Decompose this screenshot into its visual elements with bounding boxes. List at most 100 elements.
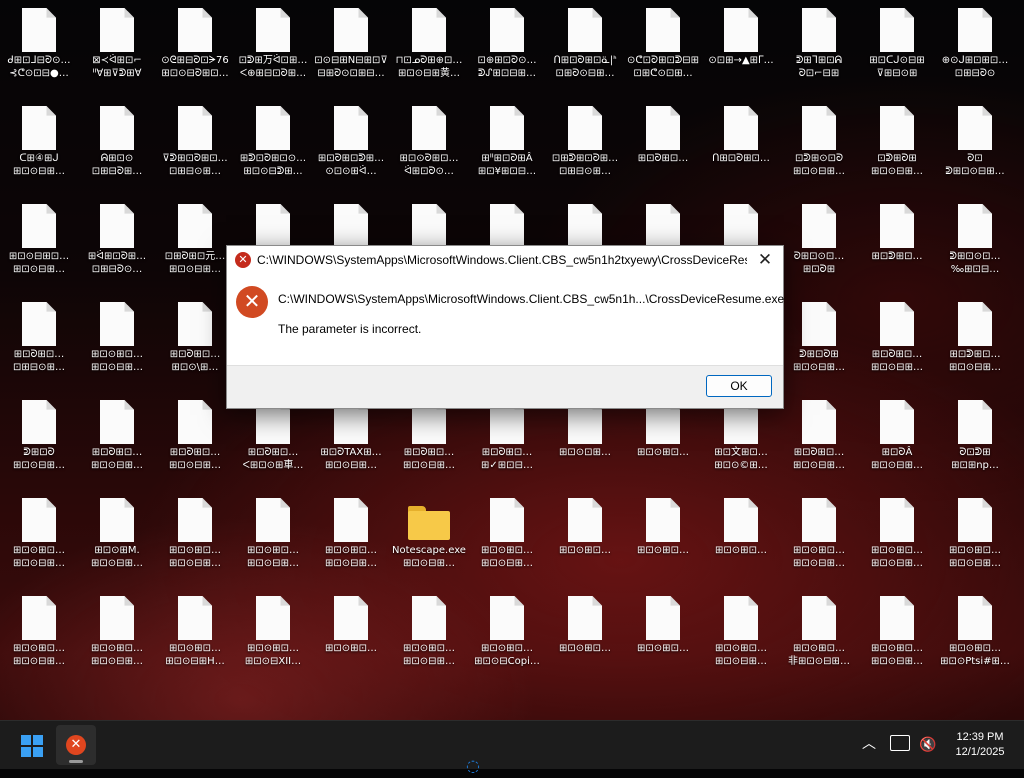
desktop-file[interactable]: ⊞⊡⊙⊞⊡… ⊞⊡⊙⊟⊞… <box>390 596 468 692</box>
desktop-file[interactable]: ⊞⊡ᘐTAX⊞… ⊞⊡⊙⊟⊞… <box>312 400 390 496</box>
desktop-file[interactable]: ⊞⊡⊙⊞⊡… ⊞⊡⊙Ptsi#⊞… <box>936 596 1014 692</box>
desktop-file[interactable]: ⊞⊡⊙⊞⊡… ⊞⊡⊙⊟⊞… <box>78 596 156 692</box>
desktop-file[interactable]: ⊞⊡文⊞⊡… ⊞⊡⊙©⊞… <box>702 400 780 496</box>
desktop-file[interactable]: ⊞⊡⊙⊞⊡… <box>624 596 702 692</box>
desktop-file[interactable]: ⊞⊡ᕲ⊞⊡… <box>858 204 936 300</box>
start-button[interactable] <box>12 725 52 765</box>
desktop-file[interactable]: ⊞⊡⊙⊞⊡… ⊞⊡⊙⊟⊞… <box>858 596 936 692</box>
desktop-file[interactable]: ⊞⊡⊙⊞M. ⊞⊡⊙⊟⊞… <box>78 498 156 594</box>
desktop-file[interactable]: ⊙ᕦ⊡ᘐ⊞⊡ᕲ⊟⊞ ⊡⊞ᕦ⊙⊡⊞… <box>624 8 702 104</box>
file-icon <box>802 204 836 248</box>
desktop-file[interactable]: ⊡ᕲ⊞万ᐛ⊡⊞… ᐸ⊕⊞⊟⊡ᘐ⊞… <box>234 8 312 104</box>
chevron-up-icon[interactable]: ︿ <box>858 721 880 769</box>
desktop-file[interactable]: ⊞ᕲ⊡ᘐ⊞⊡⊙… ⊞⊡⊙⊟ᕲ⊞… <box>234 106 312 202</box>
dialog-titlebar[interactable]: ✕ C:\WINDOWS\SystemApps\MicrosoftWindows… <box>227 246 783 274</box>
file-icon <box>178 8 212 52</box>
file-label-line2: ⊞⊡⊙⊟⊞黄… <box>398 68 460 79</box>
desktop-file[interactable]: ⊙ᘓ⊞⊟ᘐ⊡ᗒ76 ⊞⊡⊙⊟ᘐ⊞⊡… <box>156 8 234 104</box>
desktop-file[interactable]: ⊞⊡⊙⊞⊡… ⊞⊡⊙⊟⊞… <box>780 498 858 594</box>
desktop-file[interactable]: ⊞⊡⊙⊞⊡… ⊞⊡⊙⊟⊞… <box>702 596 780 692</box>
desktop-file[interactable]: ⊡⊙⊟⊞N⊟⊞⊡⊽ ⊟⊞ᘐ⊙⊡⊞⊟… <box>312 8 390 104</box>
file-icon <box>802 106 836 150</box>
desktop-file[interactable]: ⊞⊡ᘐ⊞⊡ᕲ⊞… ⊙⊡⊙⊞ᐛ… <box>312 106 390 202</box>
desktop-file[interactable]: ⊞⊡ᘐ⊞⊡… ⊞⊡⊙⊟⊞… <box>78 400 156 496</box>
desktop-file[interactable]: ᕲ⊞⊡⊙⊡… ‰⊞⊡⊟… <box>936 204 1014 300</box>
file-label: ⊞⊡ᘐ⊞⊡ᕲ⊞… <box>317 153 385 164</box>
desktop-file[interactable]: ᕲ⊞⊡ᘐ ⊞⊡⊙⊟⊞… <box>0 400 78 496</box>
desktop-file[interactable]: ⊞⊡⊙ᘐ⊞⊡… ᐛ⊞⊡ᘐ⊙… <box>390 106 468 202</box>
file-icon <box>802 8 836 52</box>
file-icon <box>178 204 212 248</box>
desktop-file[interactable]: ᘐ⊡ᕲ⊞ ⊞⊡⊞np… <box>936 400 1014 496</box>
desktop-file[interactable]: ⊞⊡ᘐ⊞⊡… ⊞⊡⊙\⊞… <box>156 302 234 398</box>
desktop-file[interactable]: ⊞⊡⊙⊞⊡… ⊞⊡⊙⊟⊞… <box>858 498 936 594</box>
desktop-file[interactable]: ᕲ⊞⊡ᘐ⊞ ⊞⊡⊙⊟⊞… <box>780 302 858 398</box>
desktop-file[interactable]: ⊞⊡ᘐ⊞⊡… ⊞⊡⊙⊟⊞… <box>156 400 234 496</box>
desktop-file[interactable]: ⊡⊕⊞⊡ᘐ⊙… ᕲᔑ⊞⊡⊟⊞… <box>468 8 546 104</box>
running-indicator <box>69 760 83 763</box>
clock[interactable]: 12:39 PM 12/1/2025 <box>944 721 1016 778</box>
desktop-file[interactable]: ᘐ⊞⊡⊙⊡… ⊞⊡ᘐ⊞ <box>780 204 858 300</box>
desktop-file[interactable]: ⊞⊡⊙⊞⊡… ⊞⊡⊙⊟⊞… <box>156 498 234 594</box>
desktop-file[interactable]: ⊡⊞ᘐ⊞⊡元… ⊞⊡⊙⊟⊞… <box>156 204 234 300</box>
desktop-file[interactable]: ⊞⊡ᘐÂ ⊞⊡⊙⊟⊞… <box>858 400 936 496</box>
desktop-file[interactable]: ⊞⊡⊙⊞⊡… ⊞⊡⊙⊟Copi… <box>468 596 546 692</box>
desktop-file[interactable]: ⊞⊡⊙⊡⊞… <box>546 400 624 496</box>
desktop-file[interactable]: ⊞⊡ᕲ⊞⊡… ⊞⊡⊙⊟⊞… <box>936 302 1014 398</box>
ok-button[interactable]: OK <box>706 375 772 397</box>
desktop-file[interactable]: ᘐ⊡ ᕲ⊞⊡⊙⊟⊞… <box>936 106 1014 202</box>
desktop-file[interactable]: ⊞⊡⊙⊞⊡… ⊞⊡⊙⊟⊞… <box>0 596 78 692</box>
desktop-file[interactable]: ⊞⊡⊙⊞⊡… ⊞⊡⊙⊟⊞… <box>0 498 78 594</box>
desktop-file[interactable]: ⊞⊡⊙⊞⊡… ⊞⊡⊙⊟XII… <box>234 596 312 692</box>
desktop-file[interactable]: ⊞⊡⊙⊞⊡… ⊞⊡⊙⊟⊞… <box>468 498 546 594</box>
file-label: ⊞⊡ᑕᒍ⊙⊟⊞ <box>869 55 925 66</box>
desktop-file[interactable]: ⊞⊡ᑕᒍ⊙⊟⊞ ⊽⊞⊟⊙⊞ <box>858 8 936 104</box>
desktop-file[interactable]: ⊞⊡ᘐ⊞⊡… ⊞⊡⊙⊟⊞… <box>780 400 858 496</box>
desktop-file[interactable]: ⊡ᕲ⊞⊙⊡ᘐ ⊞⊡⊙⊟⊞… <box>780 106 858 202</box>
desktop-file[interactable]: ⊞⊡⊙⊞⊡… 非⊞⊡⊙⊟⊞… <box>780 596 858 692</box>
desktop-file[interactable]: ⊞⊡⊙⊞⊡… ⊞⊡⊙⊟⊞H… <box>156 596 234 692</box>
file-label-line2: ᐦ∀⊞⊽ᕲ⊞∀ <box>92 68 142 79</box>
network-icon[interactable] <box>890 735 910 751</box>
desktop-file[interactable]: ⊠≺ᐛ⊞⊡⌐ ᐦ∀⊞⊽ᕲ⊞∀ <box>78 8 156 104</box>
file-label: ⊞⊡文⊞⊡… <box>714 447 768 458</box>
desktop-file[interactable]: ᑎ⊞⊡ᘐ⊞⊡… <box>702 106 780 202</box>
desktop-file[interactable]: ⊞⊡⊙⊞⊡… ⊞⊡⊙⊟⊞… <box>78 302 156 398</box>
desktop-file[interactable]: ⊞⊡⊙⊞⊡… ⊞⊡⊙⊟⊞… <box>312 498 390 594</box>
desktop-file[interactable]: ⊞ᐛ⊞⊡ᘐ⊞… ⊡⊞⊟ᘐ⊙… <box>78 204 156 300</box>
desktop-file[interactable]: ⊞⊡⊙⊟⊞⊡… ⊞⊡⊙⊟⊞… <box>0 204 78 300</box>
desktop-file[interactable]: ᑕ⊞④⊞ᒍ ⊞⊡⊙⊟⊞… <box>0 106 78 202</box>
volume-muted-icon[interactable]: 🔇 <box>918 721 938 769</box>
desktop-file[interactable]: ⊓⊡ᓄᘐ⊞⊕⊡… ⊞⊡⊙⊟⊞黄… <box>390 8 468 104</box>
desktop-file[interactable]: ⊞⊡ᘐ⊞⊡… ⊞⊡⊙⊟⊞… <box>858 302 936 398</box>
desktop-file[interactable]: ⊞⊡⊙⊞⊡… ⊞⊡⊙⊟⊞… <box>234 498 312 594</box>
file-label-line2: ⊞⊡⊙⊟⊞… <box>481 558 533 569</box>
desktop-file[interactable]: ⊞⊡⊙⊞⊡… <box>702 498 780 594</box>
desktop-file[interactable]: ᕱ⊞⊡⊙ ⊡⊞⊟ᘐ⊞… <box>78 106 156 202</box>
desktop-file[interactable]: ⊞⊡⊙⊞⊡… <box>546 596 624 692</box>
file-icon <box>100 204 134 248</box>
desktop-file[interactable]: ⊞ᐦ⊞⊡ᘐ⊞Â ⊞⊡¥⊞⊡⊟… <box>468 106 546 202</box>
desktop-file[interactable]: ⊕⊙ᒍ⊞⊡⊞⊡… ⊡⊞⊟ᘐ⊙ <box>936 8 1014 104</box>
close-button[interactable]: ✕ <box>753 249 777 271</box>
desktop-folder[interactable]: Notescape.exe ⊞⊡⊙⊟⊞… <box>390 498 468 594</box>
desktop-file[interactable]: ᑎ⊞⊡ᘐ⊞⊡ᓏ|ᑋ ⊡⊞ᘐ⊙⊟⊞… <box>546 8 624 104</box>
file-label-line2: ⊞⊡⊙⊟⊞… <box>13 166 65 177</box>
desktop-file[interactable]: ⊞⊡⊙⊞⊡… <box>624 498 702 594</box>
desktop-file[interactable]: ᕲ⊞ᒣ⊞⊡ᕱ ᘐ⊡⌐⊟⊞ <box>780 8 858 104</box>
desktop-file[interactable]: ⊞⊡⊙⊞⊡… <box>546 498 624 594</box>
desktop-file[interactable]: ⊞⊡ᘐ⊞⊡… ⊞⊡⊙⊟⊞… <box>390 400 468 496</box>
desktop-file[interactable]: ⊞⊡ᘐ⊞⊡… ⊡⊞⊟⊙⊞… <box>0 302 78 398</box>
desktop-file[interactable]: ⊞⊡ᘐ⊞⊡… ᐸ⊞⊡⊙⊞車… <box>234 400 312 496</box>
desktop-file[interactable]: ᑯ⊞⊡ᒧ⊟ᘐ⊙… ⊰ᕦ⊙⊡⊟●… <box>0 8 78 104</box>
desktop-file[interactable]: ⊞⊡⊙⊞⊡… ⊞⊡⊙⊟⊞… <box>936 498 1014 594</box>
desktop-file[interactable]: ⊞⊡⊙⊞⊡… <box>624 400 702 496</box>
desktop-file[interactable]: ⊡ᕲ⊞ᘐ⊞ ⊞⊡⊙⊟⊞… <box>858 106 936 202</box>
desktop-file[interactable]: ⊞⊡⊙⊞⊡… <box>312 596 390 692</box>
desktop-file[interactable]: ⊽ᕲ⊞⊡ᘐ⊞⊡… ⊡⊞⊟⊙⊞… <box>156 106 234 202</box>
desktop-file[interactable]: ⊡⊞ᕲ⊞⊡ᘐ⊞… ⊡⊞⊟⊙⊞… <box>546 106 624 202</box>
taskbar-app-error[interactable]: ✕ <box>56 725 96 765</box>
desktop-file[interactable]: ⊙⊡⊞→▲⊞ᒥ… <box>702 8 780 104</box>
desktop-file[interactable]: ⊞⊡ᘐ⊞⊡… ⊞✓⊞⊡⊟… <box>468 400 546 496</box>
desktop-file[interactable]: ⊞⊡ᘐ⊞⊡… <box>624 106 702 202</box>
